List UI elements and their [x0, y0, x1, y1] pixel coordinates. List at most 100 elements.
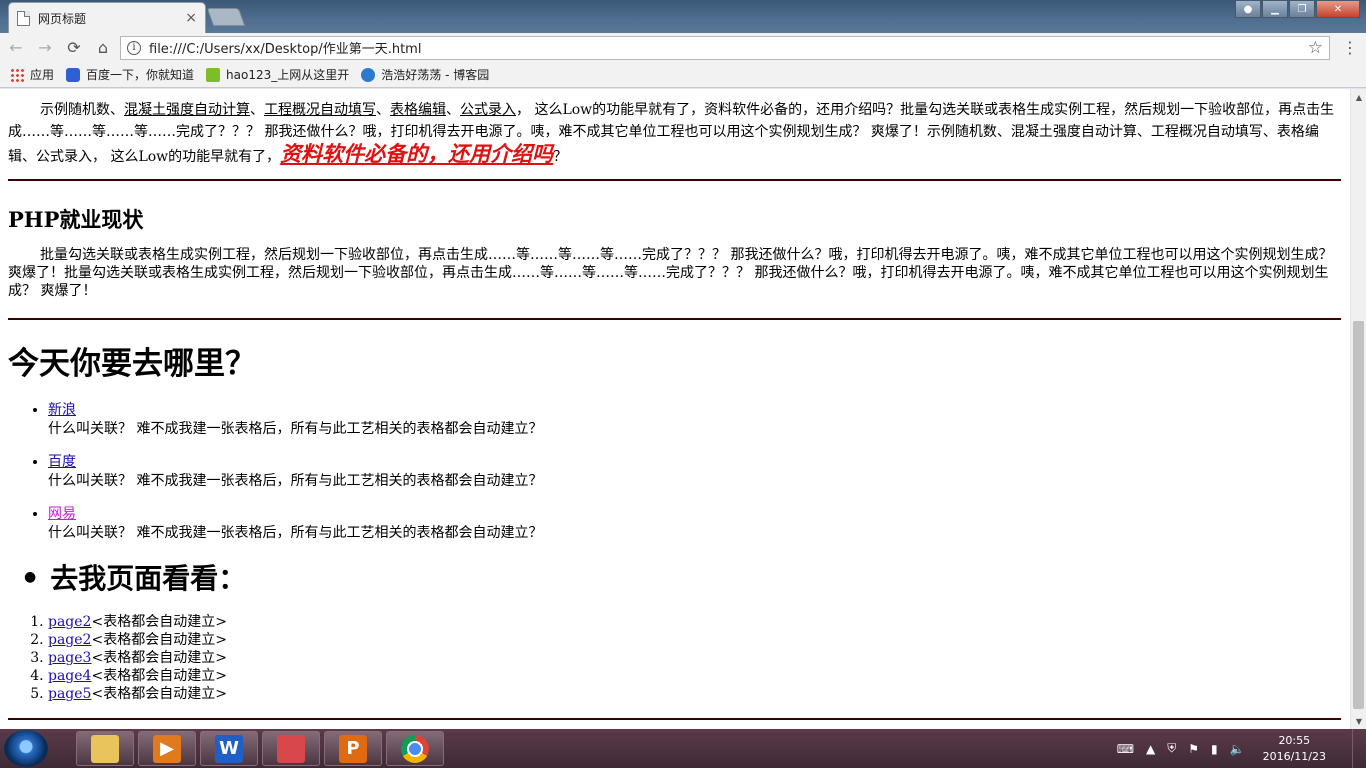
heading-where: 今天你要去哪里？ — [8, 346, 256, 382]
apps-icon — [10, 67, 24, 82]
bookmark-label: hao123_上网从这里开 — [226, 68, 350, 82]
scroll-up-icon[interactable]: ▲ — [1351, 89, 1366, 105]
baidu-icon — [66, 67, 81, 82]
bookmark-cnblogs[interactable]: 浩浩好荡荡 - 博客园 — [361, 66, 489, 83]
taskbar-media-player[interactable]: ▶ — [138, 731, 196, 766]
heading-visit: ● 去我页面看看： — [24, 557, 246, 597]
divider — [8, 179, 1341, 181]
back-arrow-icon[interactable]: ← — [3, 36, 29, 60]
page-icon — [17, 10, 30, 26]
wps-writer-icon: W — [215, 734, 243, 763]
hao123-icon — [206, 67, 221, 82]
site-desc: 什么叫关联？ 难不成我建一张表格后，所有与此工艺相关的表格都会自动建立？ — [48, 421, 543, 437]
page-link-text: <表格都会自动建立> — [91, 632, 227, 648]
close-window-button[interactable]: ✕ — [1316, 0, 1360, 18]
text: ？ — [553, 149, 568, 165]
heading-php: PHP就业现状 — [8, 207, 144, 232]
start-button[interactable] — [4, 730, 48, 767]
text: 、 — [250, 102, 264, 118]
bookmarks-bar: 应用 百度一下，你就知道 hao123_上网从这里开 浩浩好荡荡 - 博客园 — [0, 62, 1366, 88]
text: 示例随机数、 — [40, 102, 124, 118]
page-link[interactable]: page5 — [48, 686, 91, 702]
bookmark-star-icon[interactable]: ☆ — [1308, 38, 1323, 58]
list-item: page5<表格都会自动建立> — [48, 685, 227, 703]
close-tab-icon[interactable]: × — [185, 10, 197, 26]
network-icon[interactable]: ▮ — [1211, 742, 1218, 756]
home-icon[interactable]: ⌂ — [90, 36, 116, 60]
browser-toolbar: ← → ⟳ ⌂ i file:///C:/Users/xx/Desktop/作业… — [0, 33, 1366, 62]
clock[interactable]: 20:55 2016/11/23 — [1263, 733, 1326, 765]
forward-arrow-icon[interactable]: → — [32, 36, 58, 60]
maximize-button[interactable]: ❐ — [1289, 0, 1315, 18]
page-list: page2<表格都会自动建立> page2<表格都会自动建立> page3<表格… — [48, 613, 227, 703]
taskbar-chrome[interactable] — [386, 731, 444, 766]
taskbar-app[interactable] — [262, 731, 320, 766]
list-item: page3<表格都会自动建立> — [48, 649, 227, 667]
bookmark-label: 应用 — [30, 68, 55, 82]
taskbar-explorer[interactable] — [76, 731, 134, 766]
taskbar-wps-writer[interactable]: W — [200, 731, 258, 766]
bookmark-hao123[interactable]: hao123_上网从这里开 — [206, 66, 349, 83]
bookmark-label: 百度一下，你就知道 — [86, 68, 195, 82]
clock-time: 20:55 — [1278, 733, 1311, 747]
url-text[interactable]: file:///C:/Users/xx/Desktop/作业第一天.html — [149, 38, 1308, 57]
list-item: page2<表格都会自动建立> — [48, 613, 227, 631]
browser-titlebar: 网页标题 × ● ▁ ❐ ✕ — [0, 0, 1366, 33]
link-formula-input[interactable]: 公式录入 — [460, 102, 516, 118]
link-project-overview[interactable]: 工程概况自动填写 — [264, 102, 376, 118]
divider — [8, 318, 1341, 320]
taskbar: ▶ W P ⌨ ▲ ⛨ ⚑ ▮ 🔈 20:55 2016/11/23 — [0, 729, 1366, 768]
page-link[interactable]: page3 — [48, 650, 91, 666]
page-link[interactable]: page2 — [48, 632, 91, 648]
link-baidu[interactable]: 百度 — [48, 454, 76, 470]
bookmark-baidu[interactable]: 百度一下，你就知道 — [66, 66, 194, 83]
list-item: page4<表格都会自动建立> — [48, 667, 227, 685]
system-tray: ⌨ ▲ ⛨ ⚑ ▮ 🔈 20:55 2016/11/23 — [1117, 731, 1326, 766]
minimize-button[interactable]: ▁ — [1262, 0, 1288, 18]
site-list: 新浪 什么叫关联？ 难不成我建一张表格后，所有与此工艺相关的表格都会自动建立？ … — [48, 401, 542, 557]
security-icon[interactable]: ⛨ — [1167, 741, 1176, 756]
page-link-text: <表格都会自动建立> — [91, 668, 227, 684]
vertical-scrollbar[interactable]: ▲ ▼ — [1350, 89, 1366, 729]
user-icon[interactable]: ● — [1235, 0, 1261, 18]
reload-icon[interactable]: ⟳ — [61, 36, 87, 60]
page-link-text: <表格都会自动建立> — [91, 614, 227, 630]
site-desc: 什么叫关联？ 难不成我建一张表格后，所有与此工艺相关的表格都会自动建立？ — [48, 473, 543, 489]
link-must-have[interactable]: 资料软件必备的，还用介绍吗 — [280, 141, 553, 166]
bookmark-label: 浩浩好荡荡 - 博客园 — [381, 68, 490, 82]
taskbar-wps-presentation[interactable]: P — [324, 731, 382, 766]
menu-icon[interactable]: ⋮ — [1342, 38, 1358, 57]
page-link[interactable]: page2 — [48, 614, 91, 630]
flag-icon[interactable]: ⚑ — [1188, 742, 1199, 756]
link-netease[interactable]: 网易 — [48, 506, 76, 522]
site-desc: 什么叫关联？ 难不成我建一张表格后，所有与此工艺相关的表格都会自动建立？ — [48, 525, 543, 541]
volume-icon[interactable]: 🔈 — [1230, 742, 1245, 756]
wps-presentation-icon: P — [339, 734, 367, 763]
media-player-icon: ▶ — [153, 734, 181, 763]
window-controls: ● ▁ ❐ ✕ — [1234, 0, 1360, 18]
show-hidden-icons-icon[interactable]: ▲ — [1146, 742, 1155, 756]
keyboard-icon[interactable]: ⌨ — [1117, 742, 1134, 756]
link-sina[interactable]: 新浪 — [48, 402, 76, 418]
cnblogs-icon — [361, 67, 376, 82]
tab-title: 网页标题 — [38, 11, 87, 26]
heading-visit-text: 去我页面看看： — [50, 562, 247, 595]
bullet: ● — [24, 569, 37, 585]
list-item: 新浪 什么叫关联？ 难不成我建一张表格后，所有与此工艺相关的表格都会自动建立？ — [48, 401, 542, 439]
page-viewport: 示例随机数、混凝土强度自动计算、工程概况自动填写、表格编辑、公式录入， 这么Lo… — [0, 89, 1350, 729]
page-link-text: <表格都会自动建立> — [91, 650, 227, 666]
scroll-thumb[interactable] — [1353, 321, 1364, 709]
new-tab-button[interactable] — [206, 8, 246, 26]
show-desktop-button[interactable] — [1352, 729, 1366, 768]
list-item: page2<表格都会自动建立> — [48, 631, 227, 649]
info-icon[interactable]: i — [127, 40, 141, 55]
address-bar[interactable]: i file:///C:/Users/xx/Desktop/作业第一天.html… — [120, 35, 1330, 60]
link-table-edit[interactable]: 表格编辑 — [390, 102, 446, 118]
scroll-down-icon[interactable]: ▼ — [1351, 713, 1366, 729]
php-paragraph: 批量勾选关联或表格生成实例工程，然后规划一下验收部位，再点击生成……等……等……… — [8, 247, 1333, 299]
browser-tab[interactable]: 网页标题 × — [8, 2, 206, 33]
bookmark-apps[interactable]: 应用 — [10, 66, 54, 83]
page-link[interactable]: page4 — [48, 668, 91, 684]
folder-icon — [91, 734, 119, 763]
link-concrete-strength[interactable]: 混凝土强度自动计算 — [124, 102, 250, 118]
